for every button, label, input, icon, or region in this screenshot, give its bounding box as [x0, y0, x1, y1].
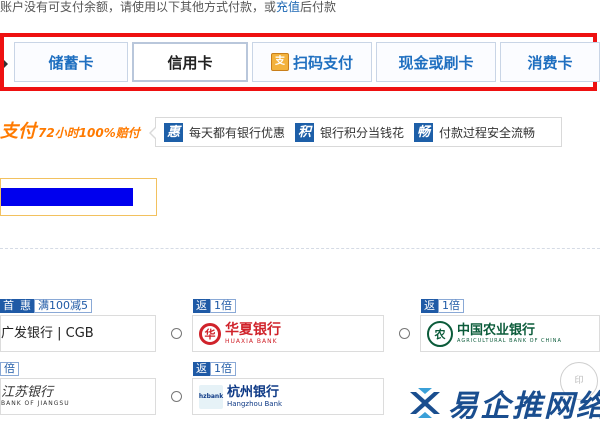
tab-scan-pay[interactable]: 支扫码支付 [252, 42, 372, 82]
abc-logo-icon: 农 [427, 320, 453, 347]
promo-features: 惠 每天都有银行优惠 积 银行积分当钱花 畅 付款过程安全流畅 [149, 117, 562, 147]
balance-notice: 账户没有可支付余额，请使用以下其他方式付款，或充值后付款 [0, 0, 336, 16]
feature-smooth: 畅 付款过程安全流畅 [414, 122, 535, 142]
payment-tabs: 储蓄卡 信用卡 支扫码支付 现金或刷卡 消费卡 [0, 33, 600, 91]
bank-tag-jiangsu: 倍 [0, 362, 19, 376]
bank-tag-hangzhou: 返 1倍 [193, 362, 236, 376]
notice-text: 账户没有可支付余额，请使用以下其他方式付款，或 [0, 0, 277, 14]
recharge-link[interactable]: 充值 [276, 0, 300, 14]
feature-discount: 惠 每天都有银行优惠 [164, 122, 285, 142]
discount-icon: 惠 [164, 122, 183, 142]
tab-cash-or-card[interactable]: 现金或刷卡 [376, 42, 496, 82]
bank-option-hangzhou[interactable]: hzbank 杭州银行 Hangzhou Bank [192, 378, 384, 415]
radio-hangzhou[interactable] [171, 391, 182, 402]
bank-option-cgb[interactable]: 广发银行 | CGB [0, 315, 156, 352]
site-watermark: 易企推网络 [408, 380, 600, 426]
radio-abc[interactable] [399, 328, 410, 339]
notice-suffix: 后付款 [300, 0, 337, 14]
bank-tag-huaxia: 返 1倍 [193, 299, 236, 313]
huaxia-logo-icon: 华 [199, 322, 221, 345]
bank-option-abc[interactable]: 农 中国农业银行 AGRICULTURAL BANK OF CHINA [420, 315, 600, 352]
radio-huaxia[interactable] [171, 328, 182, 339]
bank-option-huaxia[interactable]: 华 华夏银行 HUAXIA BANK [192, 315, 384, 352]
tab-debit-card[interactable]: 储蓄卡 [14, 42, 128, 82]
feature-points: 积 银行积分当钱花 [295, 122, 404, 142]
bank-tag-abc: 返 1倍 [421, 299, 464, 313]
tab-consumer-card[interactable]: 消费卡 [500, 42, 600, 82]
watermark-logo-icon [408, 386, 442, 420]
points-icon: 积 [295, 122, 315, 142]
masked-value [1, 188, 133, 206]
tab-scroll-left-icon[interactable] [4, 60, 8, 68]
section-divider [0, 248, 600, 249]
smooth-icon: 畅 [414, 122, 434, 142]
qr-pay-icon: 支 [270, 53, 289, 71]
card-number-input[interactable] [0, 178, 157, 216]
bank-tag-cgb: 首惠满100减5 [0, 299, 92, 313]
compensation-banner: 支付 72小时100%赔付 [0, 121, 140, 142]
tab-credit-card[interactable]: 信用卡 [132, 42, 248, 82]
hangzhou-logo-icon: hzbank [199, 384, 223, 409]
bank-option-jiangsu[interactable]: 江苏银行 BANK OF JIANGSU [0, 378, 156, 415]
